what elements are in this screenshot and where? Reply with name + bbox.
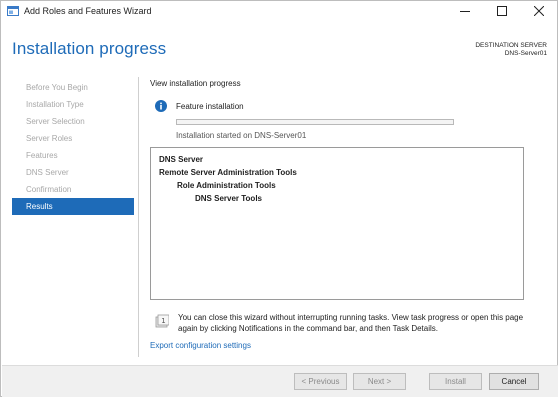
nav-item-server-roles: Server Roles [26,134,73,143]
nav-item-dns-server: DNS Server [26,168,69,177]
svg-text:1: 1 [161,317,165,325]
nav-item-results[interactable]: Results [12,198,134,215]
server-manager-icon [7,6,19,16]
nav-divider [138,77,139,357]
result-item-role-admin-tools: Role Administration Tools [177,181,276,190]
minimize-button[interactable] [446,1,483,21]
next-button[interactable]: Next > [353,373,406,390]
info-icon [155,100,167,112]
results-list[interactable]: DNS Server Remote Server Administration … [150,147,524,300]
nav-item-before-you-begin: Before You Begin [26,83,88,92]
installation-started-text: Installation started on DNS-Server01 [176,131,307,140]
close-button[interactable] [520,1,557,21]
result-item-rsat: Remote Server Administration Tools [159,168,297,177]
minimize-icon [459,11,470,12]
nav-item-installation-type: Installation Type [26,100,84,109]
notification-flag-icon: 1 [155,314,169,328]
install-button[interactable]: Install [429,373,482,390]
destination-server-label: DESTINATION SERVER [475,42,547,49]
cancel-button[interactable]: Cancel [489,373,539,390]
result-item-dns-server: DNS Server [159,155,204,164]
close-icon [533,6,544,16]
window-title: Add Roles and Features Wizard [24,6,152,16]
feature-installation-label: Feature installation [176,102,244,111]
destination-server-name: DNS-Server01 [504,50,547,57]
maximize-button[interactable] [483,1,520,21]
result-item-dns-server-tools: DNS Server Tools [195,194,262,203]
nav-item-server-selection: Server Selection [26,117,85,126]
previous-button[interactable]: < Previous [294,373,347,390]
wizard-nav: Before You Begin Installation Type Serve… [12,79,134,215]
nav-item-confirmation: Confirmation [26,185,72,194]
close-wizard-notice: You can close this wizard without interr… [178,313,524,333]
page-title: Installation progress [12,39,167,58]
nav-item-features: Features [26,151,58,160]
maximize-icon [496,6,507,16]
installation-progress-bar [176,119,454,125]
export-configuration-link[interactable]: Export configuration settings [150,341,251,350]
title-bar: Add Roles and Features Wizard [1,1,557,23]
wizard-window: Add Roles and Features Wizard Installati… [0,0,558,397]
content-heading: View installation progress [150,79,241,88]
